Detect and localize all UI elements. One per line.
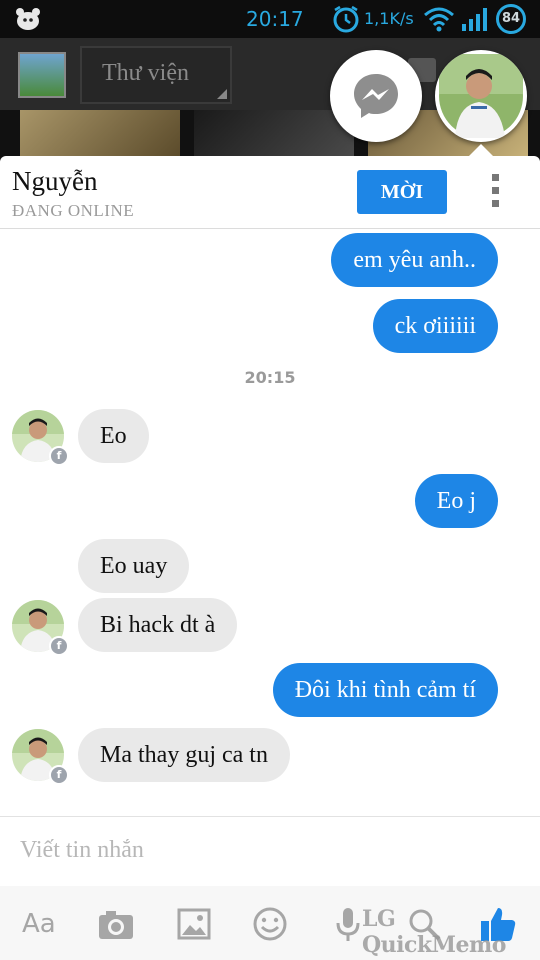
status-time: 20:17	[246, 7, 304, 31]
status-bar: 20:17 1,1K/s 84	[0, 0, 540, 38]
watermark: LG QuickMemo	[362, 906, 506, 958]
contact-status: ĐANG ONLINE	[12, 201, 135, 220]
overflow-menu-icon[interactable]	[492, 174, 502, 214]
message-received[interactable]: Bi hack dt à	[78, 598, 238, 652]
app-notification-icon	[16, 8, 40, 30]
battery-icon: 84	[496, 4, 526, 34]
contact-chat-head[interactable]	[435, 50, 527, 142]
message-timestamp: 20:15	[244, 368, 296, 387]
message-received[interactable]: Eo uay	[78, 539, 190, 593]
wifi-icon	[424, 7, 454, 32]
signal-icon	[462, 8, 487, 31]
message-sent[interactable]: ck ơiiiiii	[372, 299, 498, 353]
composer-divider	[0, 816, 540, 817]
header-divider	[0, 228, 540, 229]
photo-thumbnail[interactable]	[194, 110, 354, 160]
facebook-badge-icon: f	[49, 636, 69, 656]
invite-button[interactable]: MỜI	[357, 170, 447, 214]
contact-photo	[439, 54, 523, 138]
messenger-icon	[354, 74, 398, 118]
gallery-thumbnail[interactable]	[18, 52, 66, 98]
message-sent[interactable]: em yêu anh..	[331, 233, 498, 287]
camera-icon[interactable]	[96, 904, 136, 944]
facebook-badge-icon: f	[49, 765, 69, 785]
message-received[interactable]: Eo	[78, 409, 149, 463]
contact-name: Nguyễn	[12, 166, 98, 196]
message-sent[interactable]: Eo j	[414, 474, 498, 528]
message-received[interactable]: Ma thay guj ca tn	[78, 728, 290, 782]
emoji-icon[interactable]	[250, 904, 290, 944]
chat-panel: Nguyễn ĐANG ONLINE MỜI em yêu anh.. ck ơ…	[0, 156, 540, 960]
messenger-chat-head[interactable]	[330, 50, 422, 142]
gallery-title[interactable]: Thư viện	[80, 46, 232, 104]
composer-toolbar: Aa LG QuickMemo	[0, 886, 540, 960]
message-input[interactable]	[18, 836, 442, 865]
text-format-icon[interactable]: Aa	[22, 904, 62, 944]
network-speed: 1,1K/s	[364, 9, 414, 28]
chat-head-pointer	[469, 144, 493, 156]
photo-thumbnail[interactable]	[20, 110, 180, 160]
clock-icon	[333, 5, 359, 33]
message-sent[interactable]: Đôi khi tình cảm tí	[272, 663, 498, 717]
facebook-badge-icon: f	[49, 446, 69, 466]
gallery-icon[interactable]	[174, 904, 214, 944]
